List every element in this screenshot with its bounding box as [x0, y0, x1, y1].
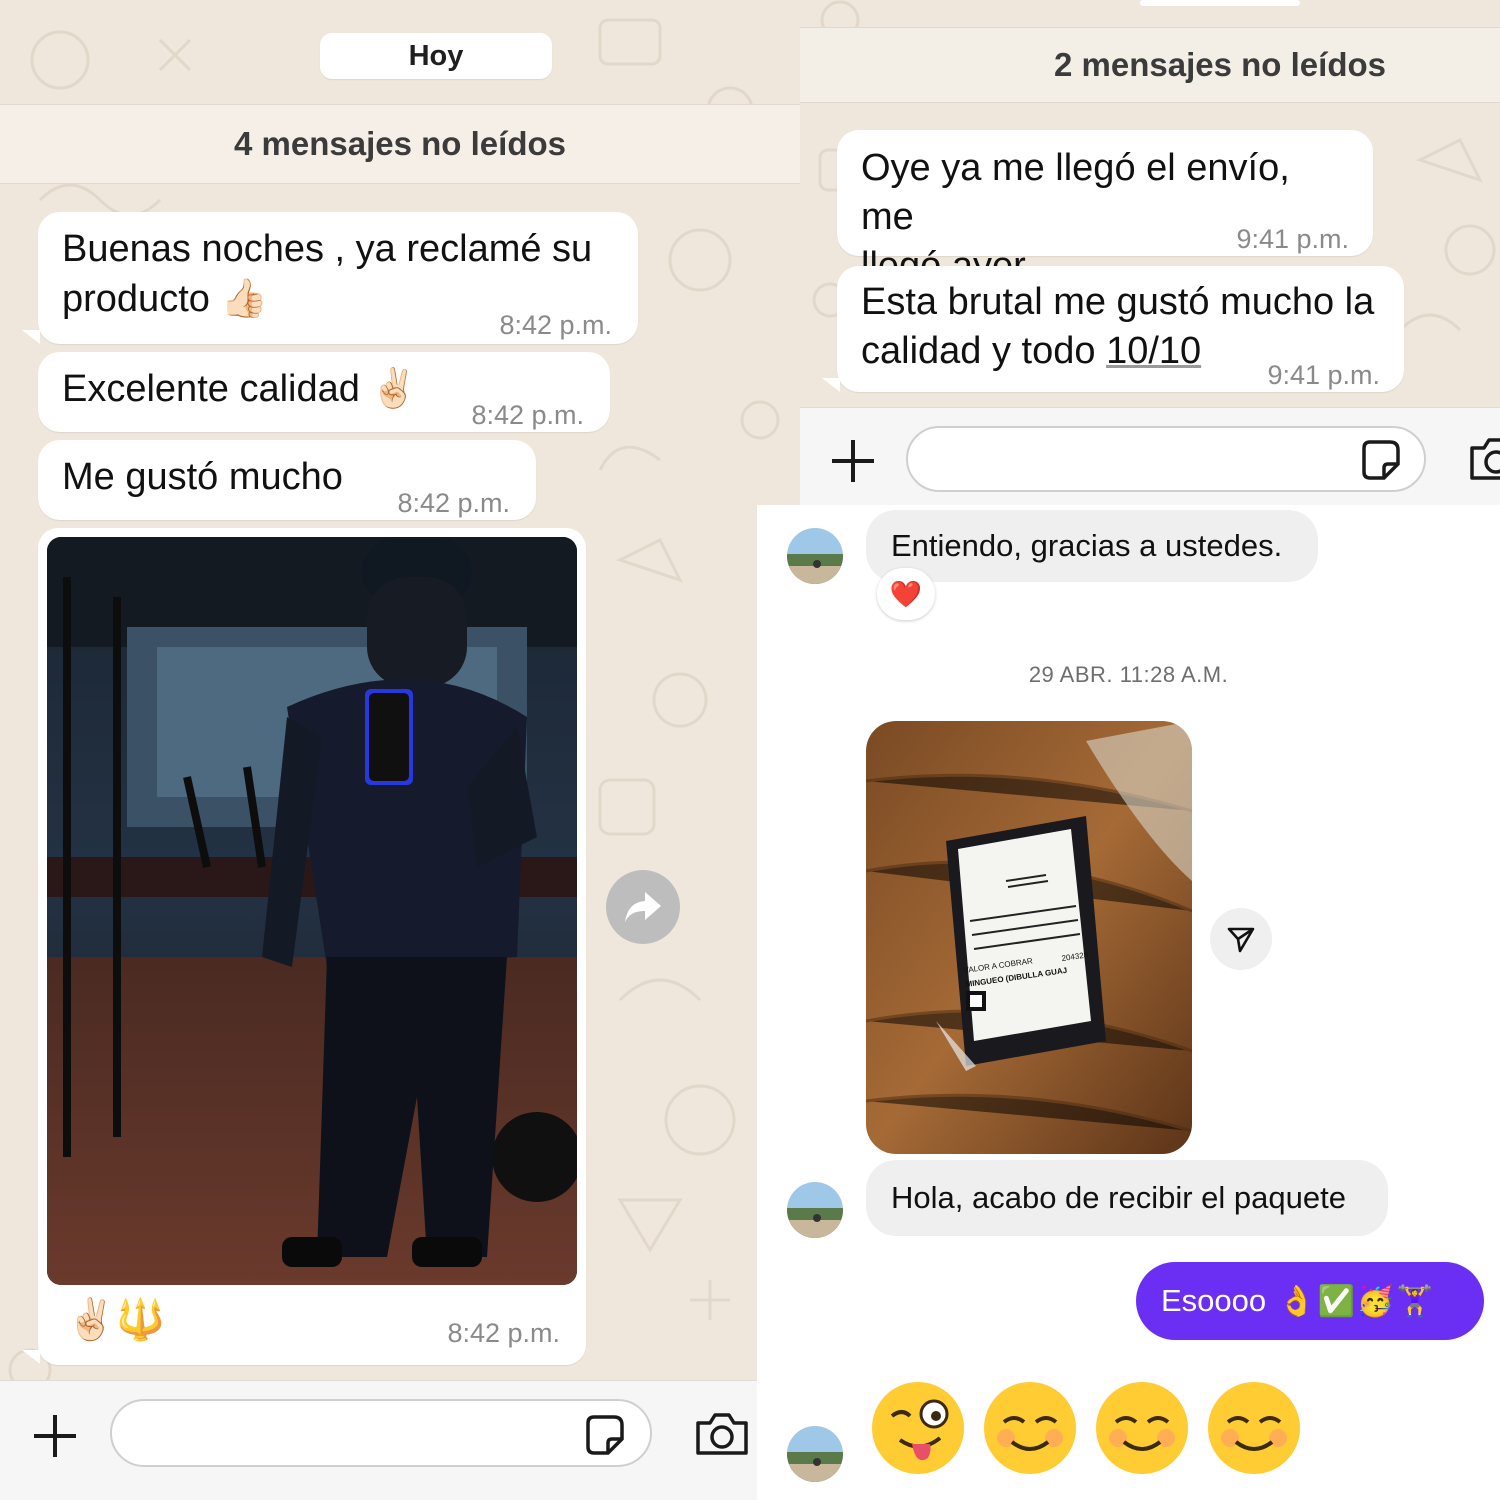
- bubble-tail: [22, 330, 40, 344]
- smiling-emoji-icon: [984, 1382, 1076, 1474]
- paper-plane-icon: [1227, 927, 1255, 953]
- large-emoji-message[interactable]: [870, 1380, 1302, 1476]
- message-time: 9:41 p.m.: [1236, 224, 1349, 254]
- message-time: 8:42 p.m.: [447, 1318, 560, 1348]
- message-text: Entiendo, gracias a ustedes.: [891, 528, 1283, 563]
- package-photo[interactable]: VALOR A COBRAR MINGUEO (DIBULLA GUAJ 204…: [866, 721, 1192, 1154]
- message-time: 9:41 p.m.: [1267, 360, 1380, 390]
- contact-avatar[interactable]: [787, 1182, 843, 1238]
- date-label: Hoy: [408, 39, 464, 72]
- incoming-message[interactable]: Buenas noches , ya reclamé su producto 👍…: [38, 212, 638, 344]
- outgoing-dm-message[interactable]: Esoooo 👌✅🥳🏋️‍♀️: [1136, 1262, 1484, 1340]
- smiling-emoji-icon: [1208, 1382, 1300, 1474]
- forward-button[interactable]: [606, 870, 680, 944]
- share-button[interactable]: [1210, 908, 1272, 970]
- whatsapp-chat-left: Hoy 4 mensajes no leídos Buenas noches ,…: [0, 0, 800, 1500]
- message-input[interactable]: [110, 1399, 652, 1467]
- camera-icon[interactable]: [1468, 436, 1500, 480]
- heart-reaction[interactable]: ❤️: [877, 568, 935, 620]
- message-text-line: calidad y todo: [861, 330, 1107, 372]
- incoming-message[interactable]: Excelente calidad ✌🏻 8:42 p.m.: [38, 352, 610, 432]
- contact-avatar[interactable]: [787, 1426, 843, 1482]
- smiling-emoji-icon: [1096, 1382, 1188, 1474]
- unread-label: 2 mensajes no leídos: [1054, 46, 1386, 83]
- message-text: Esoooo: [1161, 1283, 1267, 1318]
- unread-label: 4 mensajes no leídos: [234, 125, 566, 162]
- plus-icon[interactable]: [830, 438, 876, 484]
- winking-tongue-emoji-icon: [872, 1382, 964, 1474]
- incoming-dm-message[interactable]: Entiendo, gracias a ustedes.: [866, 510, 1318, 582]
- plus-icon[interactable]: [32, 1413, 78, 1459]
- message-time: 8:42 p.m.: [471, 400, 584, 430]
- incoming-photo-message[interactable]: ✌🏻🔱 8:42 p.m.: [38, 528, 586, 1365]
- bubble-tail: [22, 1350, 40, 1364]
- message-composer: [800, 407, 1500, 505]
- heart-icon: ❤️: [889, 578, 923, 609]
- message-text: Hola, acabo de recibir el paquete: [891, 1180, 1346, 1215]
- message-time: 8:42 p.m.: [397, 488, 510, 518]
- bubble-tail: [822, 378, 840, 392]
- sticker-icon[interactable]: [1358, 438, 1402, 482]
- incoming-dm-message[interactable]: Hola, acabo de recibir el paquete: [866, 1160, 1388, 1236]
- gym-selfie-photo[interactable]: [47, 537, 577, 1285]
- message-text-line: Esta brutal me gustó mucho la: [861, 281, 1375, 323]
- date-separator-pill: Hoy: [320, 33, 552, 79]
- incoming-message[interactable]: Esta brutal me gustó mucho la calidad y …: [837, 266, 1404, 392]
- message-composer: [0, 1380, 800, 1500]
- message-input[interactable]: [906, 426, 1426, 492]
- date-separator: 29 ABR. 11:28 A.M.: [1028, 662, 1229, 687]
- sticker-icon[interactable]: [582, 1413, 626, 1457]
- message-time: 8:42 p.m.: [499, 310, 612, 340]
- incoming-message[interactable]: Me gustó mucho 8:42 p.m.: [38, 440, 536, 520]
- message-emojis: 👌✅🥳🏋️‍♀️: [1278, 1284, 1436, 1318]
- unread-messages-banner: 4 mensajes no leídos: [0, 104, 800, 184]
- camera-icon[interactable]: [694, 1411, 750, 1457]
- incoming-message[interactable]: Oye ya me llegó el envío, me llegó ayer …: [837, 130, 1373, 287]
- rating-link[interactable]: 10/10: [1106, 330, 1201, 372]
- message-reactions: ✌🏻🔱: [66, 1298, 166, 1342]
- forward-arrow-icon: [625, 892, 661, 922]
- unread-messages-banner: 2 mensajes no leídos: [800, 27, 1500, 103]
- contact-avatar[interactable]: [787, 528, 843, 584]
- whatsapp-chat-right: 2 mensajes no leídos Oye ya me llegó el …: [800, 0, 1500, 505]
